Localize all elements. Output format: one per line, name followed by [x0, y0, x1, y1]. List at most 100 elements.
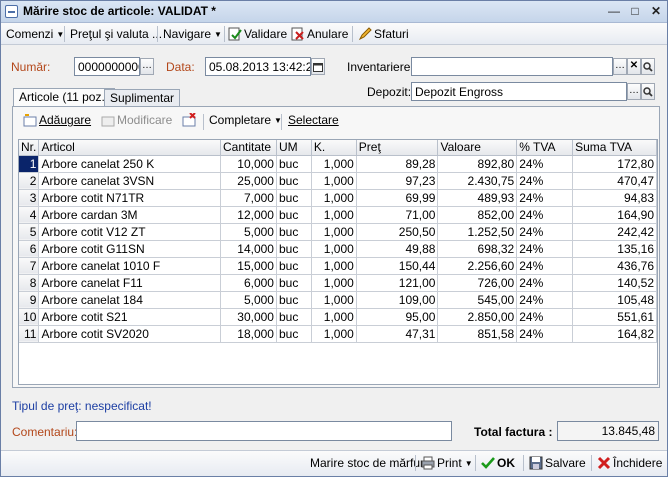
table-cell[interactable]: 89,28	[356, 155, 439, 173]
table-cell[interactable]: 10,000	[220, 155, 277, 173]
table-cell[interactable]: Arbore canelat 3VSN	[38, 172, 222, 190]
numar-field[interactable]: 0000000000	[74, 57, 140, 76]
table-cell[interactable]: 250,50	[356, 223, 439, 241]
table-cell[interactable]: buc	[276, 172, 312, 190]
table-cell[interactable]: 24%	[516, 172, 574, 190]
table-cell[interactable]: 436,76	[572, 257, 657, 275]
table-cell[interactable]: buc	[276, 155, 312, 173]
table-cell[interactable]: Arbore cotit N71TR	[38, 189, 222, 207]
menu-navigare[interactable]: Navigare ▼	[163, 27, 222, 41]
tab-articole[interactable]: Articole (11 poz.)	[13, 88, 115, 107]
table-cell[interactable]: 24%	[516, 274, 574, 292]
row-number-cell[interactable]: 11	[19, 325, 40, 343]
table-cell[interactable]: Arbore canelat 250 K	[38, 155, 222, 173]
table-cell[interactable]: 1,000	[311, 257, 357, 275]
delete-row-button[interactable]	[182, 113, 198, 127]
table-cell[interactable]: 5,000	[220, 223, 277, 241]
table-cell[interactable]: 71,00	[356, 206, 439, 224]
table-cell[interactable]: 6,000	[220, 274, 277, 292]
inchidere-button[interactable]: Închidere	[597, 456, 662, 470]
table-cell[interactable]: buc	[276, 206, 312, 224]
table-cell[interactable]: 1,000	[311, 308, 357, 326]
table-cell[interactable]: 150,44	[356, 257, 439, 275]
table-cell[interactable]: 172,80	[572, 155, 657, 173]
inventariere-field[interactable]	[411, 57, 613, 76]
row-number-cell[interactable]: 8	[19, 274, 40, 292]
column-header[interactable]: % TVA	[516, 140, 574, 156]
table-cell[interactable]: 24%	[516, 206, 574, 224]
maximize-button[interactable]: □	[627, 4, 643, 19]
table-cell[interactable]: 12,000	[220, 206, 277, 224]
table-cell[interactable]: 24%	[516, 257, 574, 275]
row-number-cell[interactable]: 6	[19, 240, 40, 258]
table-cell[interactable]: 135,16	[572, 240, 657, 258]
table-cell[interactable]: 7,000	[220, 189, 277, 207]
depozit-search-button[interactable]	[641, 83, 655, 100]
table-cell[interactable]: 1,000	[311, 240, 357, 258]
inventariere-clear-button[interactable]: ✕	[627, 58, 641, 75]
inventariere-search-button[interactable]	[641, 58, 655, 75]
menu-comenzi[interactable]: Comenzi ▼	[6, 27, 64, 41]
table-cell[interactable]: 1,000	[311, 325, 357, 343]
table-cell[interactable]: 2.430,75	[437, 172, 518, 190]
ok-button[interactable]: OK	[481, 456, 515, 470]
inventariere-lookup-button[interactable]: …	[613, 58, 627, 75]
validare-button[interactable]: Validare	[228, 27, 287, 41]
table-cell[interactable]: 1,000	[311, 155, 357, 173]
table-cell[interactable]: Arbore cotit G11SN	[38, 240, 222, 258]
table-cell[interactable]: 852,00	[437, 206, 518, 224]
table-row[interactable]: 2 Arbore canelat 3VSN 25,000 buc 1,000 97,23 2…	[19, 172, 657, 190]
close-window-button[interactable]: ✕	[648, 4, 664, 19]
table-cell[interactable]: 489,93	[437, 189, 518, 207]
row-number-cell[interactable]: 7	[19, 257, 40, 275]
table-row[interactable]: 5 Arbore cotit V12 ZT 5,000 buc 1,000 250,50 1…	[19, 223, 657, 241]
table-cell[interactable]: buc	[276, 308, 312, 326]
table-cell[interactable]: buc	[276, 325, 312, 343]
row-number-cell[interactable]: 2	[19, 172, 40, 190]
table-cell[interactable]: 24%	[516, 223, 574, 241]
column-header[interactable]: Nr.	[19, 140, 40, 156]
table-cell[interactable]: 109,00	[356, 291, 439, 309]
depozit-lookup-button[interactable]: …	[627, 83, 641, 100]
table-cell[interactable]: buc	[276, 223, 312, 241]
table-row[interactable]: 6 Arbore cotit G11SN 14,000 buc 1,000 49,88 69…	[19, 240, 657, 258]
table-row[interactable]: 11 Arbore cotit SV2020 18,000 buc 1,000 47,31…	[19, 325, 657, 343]
table-cell[interactable]: Arbore canelat 1010 F	[38, 257, 222, 275]
table-cell[interactable]: 94,83	[572, 189, 657, 207]
table-cell[interactable]: buc	[276, 274, 312, 292]
row-number-cell[interactable]: 10	[19, 308, 40, 326]
table-cell[interactable]: Arbore cardan 3M	[38, 206, 222, 224]
table-cell[interactable]: 164,90	[572, 206, 657, 224]
table-cell[interactable]: 1,000	[311, 223, 357, 241]
column-header[interactable]: UM	[276, 140, 312, 156]
marire-stoc-button[interactable]: Marire stoc de mărfuri	[310, 456, 427, 470]
table-row[interactable]: 4 Arbore cardan 3M 12,000 buc 1,000 71,00 852,…	[19, 206, 657, 224]
table-cell[interactable]: 470,47	[572, 172, 657, 190]
table-cell[interactable]: 1,000	[311, 172, 357, 190]
table-cell[interactable]: buc	[276, 189, 312, 207]
app-icon[interactable]	[5, 5, 18, 18]
column-header[interactable]: K.	[311, 140, 357, 156]
table-cell[interactable]: 47,31	[356, 325, 439, 343]
table-cell[interactable]: 15,000	[220, 257, 277, 275]
column-header[interactable]: Articol	[38, 140, 222, 156]
row-number-cell[interactable]: 3	[19, 189, 40, 207]
table-cell[interactable]: Arbore cotit V12 ZT	[38, 223, 222, 241]
menu-pretul-valuta[interactable]: Preţul şi valuta ...	[70, 27, 162, 41]
table-cell[interactable]: 164,82	[572, 325, 657, 343]
table-cell[interactable]: buc	[276, 291, 312, 309]
column-header[interactable]: Preţ	[356, 140, 439, 156]
table-cell[interactable]: 2.850,00	[437, 308, 518, 326]
row-number-cell[interactable]: 5	[19, 223, 40, 241]
row-number-cell[interactable]: 1	[19, 155, 40, 173]
table-row[interactable]: 10 Arbore cotit S21 30,000 buc 1,000 95,00 2.8…	[19, 308, 657, 326]
table-cell[interactable]: Arbore canelat 184	[38, 291, 222, 309]
table-cell[interactable]: 24%	[516, 325, 574, 343]
column-header[interactable]: Suma TVA	[572, 140, 657, 156]
table-cell[interactable]: 25,000	[220, 172, 277, 190]
column-header[interactable]: Valoare	[437, 140, 518, 156]
table-row[interactable]: 3 Arbore cotit N71TR 7,000 buc 1,000 69,99 489…	[19, 189, 657, 207]
table-cell[interactable]: Arbore cotit SV2020	[38, 325, 222, 343]
comentariu-field[interactable]	[76, 421, 452, 441]
table-cell[interactable]: 551,61	[572, 308, 657, 326]
